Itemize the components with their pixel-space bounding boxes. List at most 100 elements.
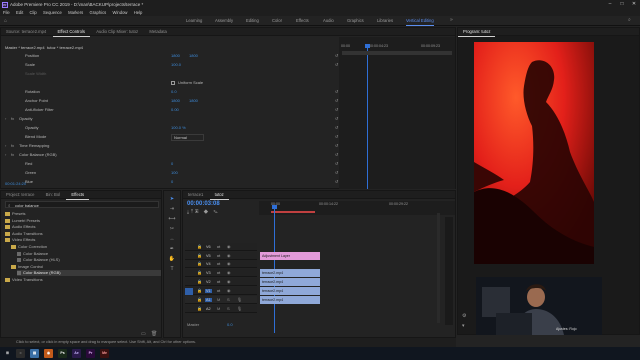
track-name[interactable]: A1: [205, 297, 212, 302]
reset-parameter-icon[interactable]: ↺: [335, 115, 338, 122]
tab-bin[interactable]: Bin: Bol: [41, 191, 65, 199]
property-row[interactable]: › fx Time Remapping ↺: [1, 142, 338, 149]
track-name[interactable]: V6: [205, 245, 212, 249]
toggle-visibility-icon[interactable]: ◉: [227, 279, 231, 284]
home-icon[interactable]: ⌂: [4, 18, 7, 24]
lock-track-icon[interactable]: 🔒: [197, 253, 202, 258]
mute-track-icon[interactable]: M: [217, 306, 220, 311]
property-value[interactable]: 0: [171, 160, 173, 167]
solo-track-icon[interactable]: S: [227, 306, 230, 311]
tab-metadata[interactable]: Metadata: [144, 28, 171, 36]
effects-tree-item[interactable]: Image Control: [11, 264, 43, 270]
delete-icon[interactable]: 🗑: [151, 331, 157, 337]
lock-track-icon[interactable]: 🔒: [197, 297, 202, 302]
reset-parameter-icon[interactable]: ↺: [335, 88, 338, 95]
razor-tool-icon[interactable]: ✂: [168, 225, 176, 233]
premiere-taskbar-icon[interactable]: Pr: [86, 349, 95, 358]
expand-chevron-icon[interactable]: ›: [5, 115, 6, 122]
effects-tree-item[interactable]: Audio Effects: [5, 224, 36, 230]
pen-tool-icon[interactable]: ✒: [168, 245, 176, 253]
source-patch[interactable]: [185, 297, 193, 304]
toggle-visibility-icon[interactable]: ◉: [227, 288, 231, 293]
source-patch[interactable]: [185, 270, 193, 277]
reset-parameter-icon[interactable]: ↺: [335, 142, 338, 149]
clip-adjustment-layer[interactable]: Adjustment Layer: [260, 252, 320, 260]
reset-parameter-icon[interactable]: ↺: [335, 106, 338, 113]
effects-tree-item[interactable]: Lumetri Presets: [5, 218, 40, 224]
clip-video-v3[interactable]: terrace2.mp4: [260, 278, 320, 286]
program-video-frame[interactable]: [474, 42, 594, 264]
menu-clip[interactable]: Clip: [30, 9, 37, 16]
track-header[interactable]: 🔒 A1 M S 🎙: [185, 296, 257, 304]
workspace-learning[interactable]: Learning: [186, 17, 202, 25]
property-value[interactable]: 100: [171, 169, 178, 176]
workspace-assembly[interactable]: Assembly: [215, 17, 233, 25]
expand-chevron-icon[interactable]: ›: [5, 142, 6, 149]
track-header[interactable]: 🔒 V2 ⇄ ◉: [185, 278, 257, 286]
property-row[interactable]: Anchor Point 1800 1800 ↺: [1, 97, 338, 104]
property-row[interactable]: Scale 100.0 ↺: [1, 61, 338, 68]
toggle-visibility-icon[interactable]: ◉: [227, 253, 231, 258]
lock-track-icon[interactable]: 🔒: [197, 244, 202, 249]
effects-tree-item[interactable]: Color Balance: [17, 251, 48, 257]
after-effects-icon[interactable]: Ae: [72, 349, 81, 358]
voice-over-record-icon[interactable]: 🎙: [237, 306, 242, 311]
hand-tool-icon[interactable]: ✋: [168, 255, 176, 263]
ec-playhead-handle[interactable]: [365, 44, 370, 48]
timeline-timecode[interactable]: 00:00:03:08: [187, 201, 220, 207]
track-name[interactable]: V4: [205, 262, 212, 266]
lock-track-icon[interactable]: 🔒: [197, 279, 202, 284]
track-name[interactable]: V3: [205, 271, 212, 275]
maximize-icon[interactable]: □: [616, 0, 628, 9]
tab-effects[interactable]: Effects: [66, 191, 90, 200]
fx-icon[interactable]: fx: [11, 142, 14, 149]
sync-lock-icon[interactable]: ⇄: [217, 279, 220, 284]
toggle-visibility-icon[interactable]: ◉: [227, 244, 231, 249]
effects-tree-item[interactable]: Video Effects: [5, 237, 35, 243]
program-settings-icon[interactable]: ⚙: [462, 313, 466, 319]
timeline-vertical-scrollbar[interactable]: [437, 213, 440, 323]
track-select-tool-icon[interactable]: ⇥: [168, 205, 176, 213]
minimize-icon[interactable]: –: [604, 0, 616, 9]
property-value[interactable]: 0.00: [171, 106, 179, 113]
source-patch[interactable]: [185, 287, 193, 295]
program-marker-icon[interactable]: ▾: [462, 323, 465, 329]
effects-tree-item[interactable]: Presets: [5, 211, 26, 217]
menu-markers[interactable]: Markers: [68, 9, 83, 16]
track-name[interactable]: A2: [205, 307, 212, 311]
effect-controls-timeline[interactable]: 00:00 00:00:04:23 00:00:09:23: [339, 37, 455, 189]
effects-search-input[interactable]: color balance: [15, 203, 39, 208]
property-value-y[interactable]: 1800: [189, 52, 198, 59]
workspace-libraries[interactable]: Libraries: [377, 17, 393, 25]
track-header[interactable]: 🔒 V6 ⇄ ◉: [185, 243, 257, 251]
effects-tree-item[interactable]: Color Balance (HLS): [17, 257, 60, 263]
workspace-editing[interactable]: Editing: [246, 17, 259, 25]
sync-lock-icon[interactable]: ⇄: [217, 253, 220, 258]
timeline-tool-icons[interactable]: ⤓⤒▣ ◆ ✎: [187, 209, 220, 214]
property-row[interactable]: Anti-flicker Filter 0.00 ↺: [1, 106, 338, 113]
master-clip-label[interactable]: Master * terrace2.mp4: [5, 45, 45, 50]
reset-parameter-icon[interactable]: ↺: [335, 178, 338, 185]
clip-video-v4[interactable]: terrace2.mp4: [260, 269, 320, 277]
clip-video-v2[interactable]: terrace2.mp4: [260, 287, 320, 295]
effects-search-box[interactable]: ⌕ color balance: [5, 201, 159, 208]
workspace-effects[interactable]: Effects: [296, 17, 309, 25]
sync-lock-icon[interactable]: ⇄: [217, 270, 220, 275]
reset-parameter-icon[interactable]: ↺: [335, 52, 338, 59]
reset-parameter-icon[interactable]: ↺: [335, 97, 338, 104]
clip-video-v1[interactable]: terrace2.mp4: [260, 296, 320, 304]
tab-source[interactable]: Source: terrace2.mp4: [1, 28, 51, 36]
source-patch[interactable]: [185, 279, 193, 286]
workspace-graphics[interactable]: Graphics: [347, 17, 364, 25]
menu-edit[interactable]: Edit: [16, 9, 23, 16]
lock-track-icon[interactable]: 🔒: [197, 261, 202, 266]
sync-lock-icon[interactable]: ⇄: [217, 288, 220, 293]
track-header[interactable]: 🔒 V1 ⇄ ◉: [185, 287, 257, 295]
close-icon[interactable]: ✕: [628, 0, 640, 9]
search-taskbar-icon[interactable]: ○: [16, 349, 25, 358]
menu-sequence[interactable]: Sequence: [43, 9, 62, 16]
media-encoder-icon[interactable]: Me: [100, 349, 109, 358]
workspace-vertical-editing[interactable]: Vertical Editing: [406, 17, 434, 26]
source-patch[interactable]: [185, 306, 193, 313]
property-row[interactable]: Uniform Scale: [1, 79, 331, 86]
